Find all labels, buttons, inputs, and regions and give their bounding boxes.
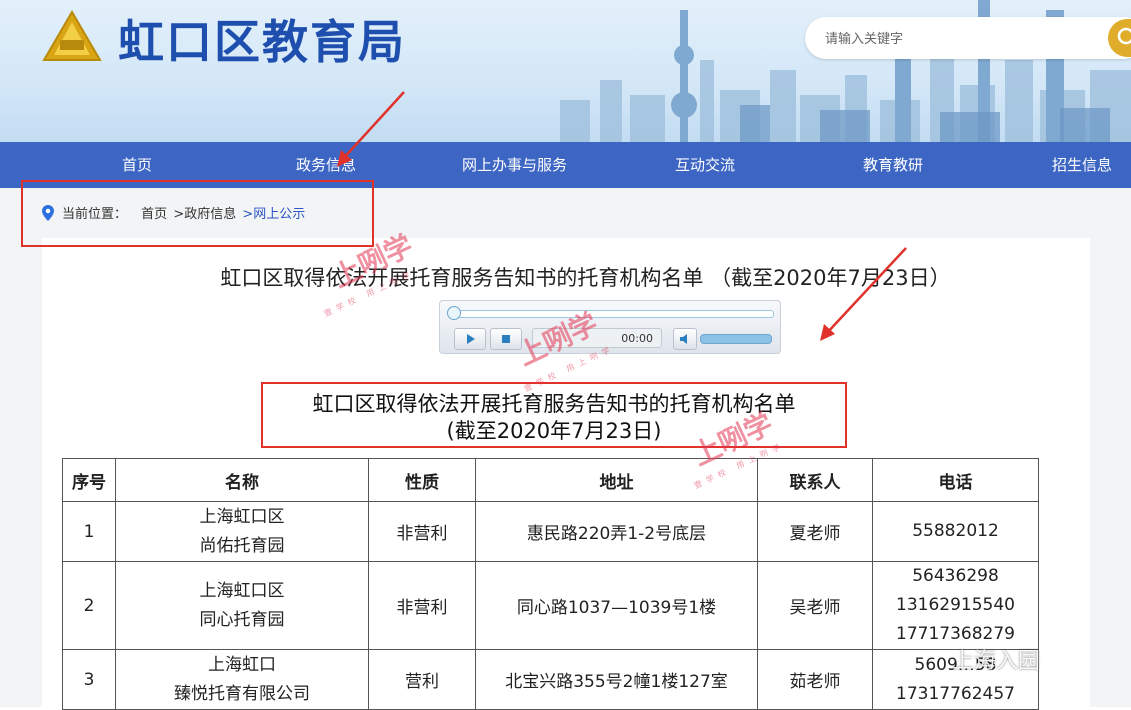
article-title: 虹口区取得依法开展托育服务告知书的托育机构名单 （截至2020年7月23日） <box>220 266 951 290</box>
org-phones: 55882012 <box>872 501 1039 562</box>
nav-item-education-research[interactable]: 教育教研 <box>863 142 923 188</box>
row-number: 1 <box>62 501 116 562</box>
phone-number: 55882012 <box>912 521 999 541</box>
phone-number: 56436298 <box>912 566 999 586</box>
table-row: 3 上海虹口 臻悦托育有限公司 营利 北宝兴路355号2幢1楼127室 茹老师 … <box>62 649 1039 710</box>
org-type: 非营利 <box>368 501 476 562</box>
table-row: 1 上海虹口区 尚佑托育园 非营利 惠民路220弄1-2号底层 夏老师 5588… <box>62 501 1039 562</box>
org-type: 营利 <box>368 649 476 710</box>
org-name: 上海虹口 臻悦托育有限公司 <box>115 649 369 710</box>
site-title: 虹口区教育局 <box>118 15 406 69</box>
org-contact: 夏老师 <box>757 501 873 562</box>
row-number: 3 <box>62 649 116 710</box>
col-header-name: 名称 <box>115 458 369 502</box>
col-header-type: 性质 <box>368 458 476 502</box>
annotation-box-breadcrumb <box>21 180 374 247</box>
search-input[interactable] <box>823 17 1077 61</box>
col-header-phone: 电话 <box>872 458 1039 502</box>
account-watermark: 上海入园 <box>952 649 1041 674</box>
volume-slider[interactable] <box>700 334 772 344</box>
site-header: 虹口区教育局 <box>0 0 1131 142</box>
progress-handle[interactable] <box>447 306 461 320</box>
org-name: 上海虹口区 尚佑托育园 <box>115 501 369 562</box>
org-contact: 茹老师 <box>757 649 873 710</box>
org-name-line: 同心托育园 <box>199 609 285 630</box>
search-bar <box>805 17 1131 61</box>
org-name-line: 上海虹口区 <box>199 580 285 601</box>
org-phones: 56436298 13162915540 17717368279 <box>872 561 1039 650</box>
nav-item-interaction[interactable]: 互动交流 <box>675 142 735 188</box>
org-address: 惠民路220弄1-2号底层 <box>475 501 758 562</box>
nav-item-online-services[interactable]: 网上办事与服务 <box>462 142 567 188</box>
childcare-org-table: 序号 名称 性质 地址 联系人 电话 1 上海虹口区 尚佑托育园 非营利 惠民路… <box>62 458 1039 710</box>
org-address: 同心路1037—1039号1楼 <box>475 561 758 650</box>
search-icon <box>1117 27 1131 45</box>
content-gutter-left <box>0 238 42 707</box>
org-name-line: 上海虹口区 <box>199 506 285 527</box>
mute-button[interactable] <box>673 328 697 350</box>
progress-track[interactable] <box>452 310 774 318</box>
table-header-row: 序号 名称 性质 地址 联系人 电话 <box>62 458 1039 502</box>
nav-item-enrollment[interactable]: 招生信息 <box>1052 142 1112 188</box>
org-name-line: 臻悦托育有限公司 <box>174 683 310 704</box>
content-gutter-right <box>1090 238 1131 707</box>
org-name: 上海虹口区 同心托育园 <box>115 561 369 650</box>
org-name-line: 尚佑托育园 <box>199 535 285 556</box>
org-address: 北宝兴路355号2幢1楼127室 <box>475 649 758 710</box>
org-contact: 吴老师 <box>757 561 873 650</box>
row-number: 2 <box>62 561 116 650</box>
phone-number: 17317762457 <box>896 683 1015 704</box>
search-button[interactable] <box>1108 19 1131 57</box>
hongkou-emblem-icon <box>42 10 102 61</box>
phone-number: 13162915540 <box>896 595 1015 615</box>
org-name-line: 上海虹口 <box>208 654 276 675</box>
org-type: 非营利 <box>368 561 476 650</box>
table-row: 2 上海虹口区 同心托育园 非营利 同心路1037—1039号1楼 吴老师 56… <box>62 561 1039 650</box>
volume-icon <box>680 334 687 344</box>
col-header-no: 序号 <box>62 458 116 502</box>
play-icon <box>467 334 475 344</box>
play-button[interactable] <box>454 328 486 350</box>
col-header-contact: 联系人 <box>757 458 873 502</box>
